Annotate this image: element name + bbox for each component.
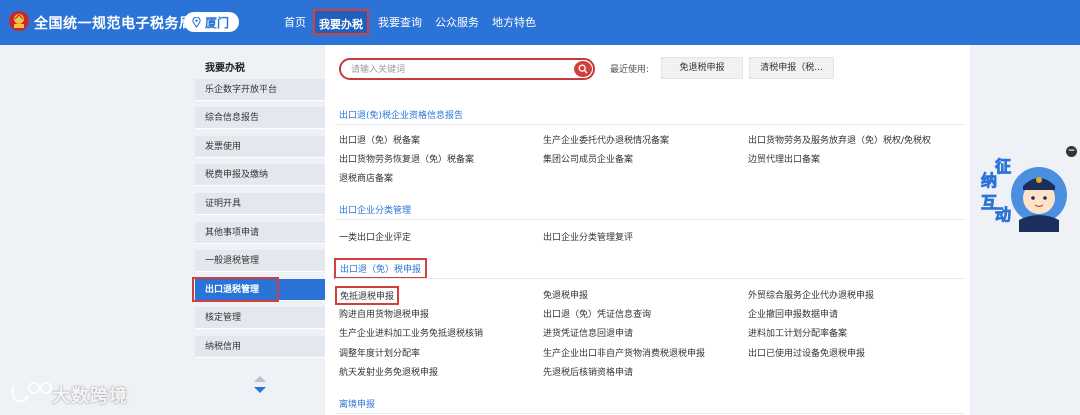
highlight-box: [192, 277, 279, 302]
service-link[interactable]: 边贸代理出口备案: [748, 152, 820, 165]
main-panel: 最近使用: 免退税申报 清税申报（税... 出口退(免)税企业资格信息报告 出口…: [325, 45, 970, 415]
divider: [335, 124, 965, 125]
service-link[interactable]: 先退税后核销资格申请: [543, 365, 633, 378]
sidebar-item-other[interactable]: 其他事项申请: [195, 222, 325, 244]
sidebar-item-leqi[interactable]: 乐企数字开放平台: [195, 79, 325, 101]
site-title: 全国统一规范电子税务局: [34, 16, 194, 32]
service-link[interactable]: 免退税申报: [543, 288, 588, 301]
sidebar-item-info-report[interactable]: 综合信息报告: [195, 107, 325, 129]
sidebar-item-label: 核定管理: [205, 313, 242, 323]
service-link[interactable]: 退税商店备案: [339, 171, 393, 184]
sidebar-item-credit[interactable]: 纳税信用: [195, 336, 325, 358]
service-link[interactable]: 航天发射业务免退税申报: [339, 365, 438, 378]
service-link[interactable]: 购进自用货物退税申报: [339, 307, 429, 320]
sidebar-item-export-refund[interactable]: 出口退税管理: [192, 277, 325, 302]
service-link[interactable]: 出口货物劳务恢复退（免）税备案: [339, 152, 474, 165]
divider: [335, 278, 965, 279]
service-link[interactable]: 出口退（免）凭证信息查询: [543, 307, 651, 320]
sidebar-item-label: 发票使用: [205, 142, 242, 152]
nav-public-service[interactable]: 公众服务: [435, 14, 479, 30]
search-icon: [578, 64, 588, 74]
section-title: 离境申报: [339, 400, 376, 410]
sidebar-scroll-arrows-icon[interactable]: [253, 375, 267, 395]
nav-query[interactable]: 我要查询: [378, 14, 422, 30]
service-link[interactable]: 一类出口企业评定: [339, 230, 411, 243]
service-link[interactable]: 企业撤回申报数据申请: [748, 307, 838, 320]
recent-tag[interactable]: 清税申报（税...: [749, 57, 834, 79]
section-title: 出口企业分类管理: [339, 206, 412, 216]
service-link[interactable]: 生产企业出口非自产货物消费税退税申报: [543, 346, 705, 359]
float-char: 纳: [981, 171, 997, 190]
service-link[interactable]: 生产企业委托代办退税情况备案: [543, 133, 669, 146]
sidebar-item-assessment[interactable]: 核定管理: [195, 307, 325, 329]
sidebar-item-label: 综合信息报告: [205, 113, 260, 123]
nav-home[interactable]: 首页: [284, 14, 306, 30]
nav-local-features[interactable]: 地方特色: [492, 14, 536, 30]
tax-emblem-icon: [9, 11, 29, 31]
watermark-text: 大数跨境: [52, 386, 128, 407]
location-pin-icon: [192, 16, 201, 28]
service-link[interactable]: 进货凭证信息回退申请: [543, 326, 633, 339]
sidebar: 我要办税 乐企数字开放平台 综合信息报告 发票使用 税费申报及缴纳 证明开具 其…: [192, 45, 325, 415]
float-char: 动: [995, 205, 1011, 224]
nav-my-tax[interactable]: 我要办税: [313, 9, 369, 35]
service-link[interactable]: 免抵退税申报: [335, 286, 400, 305]
section-title: 出口退（免）税申报: [334, 258, 428, 279]
sidebar-item-label: 其他事项申请: [205, 228, 260, 238]
section-title: 出口退(免)税企业资格信息报告: [339, 111, 464, 121]
recent-label: 最近使用:: [610, 65, 650, 75]
service-link[interactable]: 出口货物劳务及服务放弃退（免）税权/免税权: [748, 133, 931, 146]
sidebar-item-label: 纳税信用: [205, 342, 242, 352]
service-link[interactable]: 集团公司成员企业备案: [543, 152, 633, 165]
sidebar-item-invoice[interactable]: 发票使用: [195, 136, 325, 158]
service-link[interactable]: 出口已使用过设备免退税申报: [748, 346, 865, 359]
divider: [335, 413, 965, 414]
city-selector[interactable]: 厦门: [184, 12, 239, 32]
search-box: [339, 58, 595, 80]
service-link[interactable]: 调整年度计划分配率: [339, 346, 420, 359]
float-char: 征: [995, 157, 1011, 176]
sidebar-item-general-refund[interactable]: 一般退税管理: [195, 250, 325, 272]
search-input[interactable]: [351, 63, 571, 77]
sidebar-item-label: 乐企数字开放平台: [205, 85, 278, 95]
service-link[interactable]: 出口退（免）税备案: [339, 133, 420, 146]
top-bar: 全国统一规范电子税务局 厦门 首页 我要办税 我要查询 公众服务 地方特色: [0, 0, 1080, 45]
recent-tag[interactable]: 免退税申报: [661, 57, 743, 79]
sidebar-title: 我要办税: [205, 63, 245, 74]
service-link[interactable]: 进料加工计划分配率备案: [748, 326, 847, 339]
sidebar-item-certificate[interactable]: 证明开具: [195, 193, 325, 215]
city-label: 厦门: [205, 15, 230, 30]
service-link[interactable]: 生产企业进料加工业务免抵退税核销: [339, 326, 483, 339]
sidebar-item-label: 一般退税管理: [205, 256, 260, 266]
divider: [335, 219, 965, 220]
sidebar-item-label: 证明开具: [205, 199, 242, 209]
sidebar-item-label: 税费申报及缴纳: [205, 170, 269, 180]
service-link[interactable]: 出口企业分类管理复评: [543, 230, 633, 243]
service-link[interactable]: 外贸综合服务企业代办退税申报: [748, 288, 874, 301]
close-float-button[interactable]: −: [1066, 146, 1077, 157]
search-button[interactable]: [574, 61, 592, 77]
interaction-mascot-icon[interactable]: 征 纳 互 动: [975, 140, 1067, 235]
sidebar-item-tax-declare[interactable]: 税费申报及缴纳: [195, 164, 325, 186]
